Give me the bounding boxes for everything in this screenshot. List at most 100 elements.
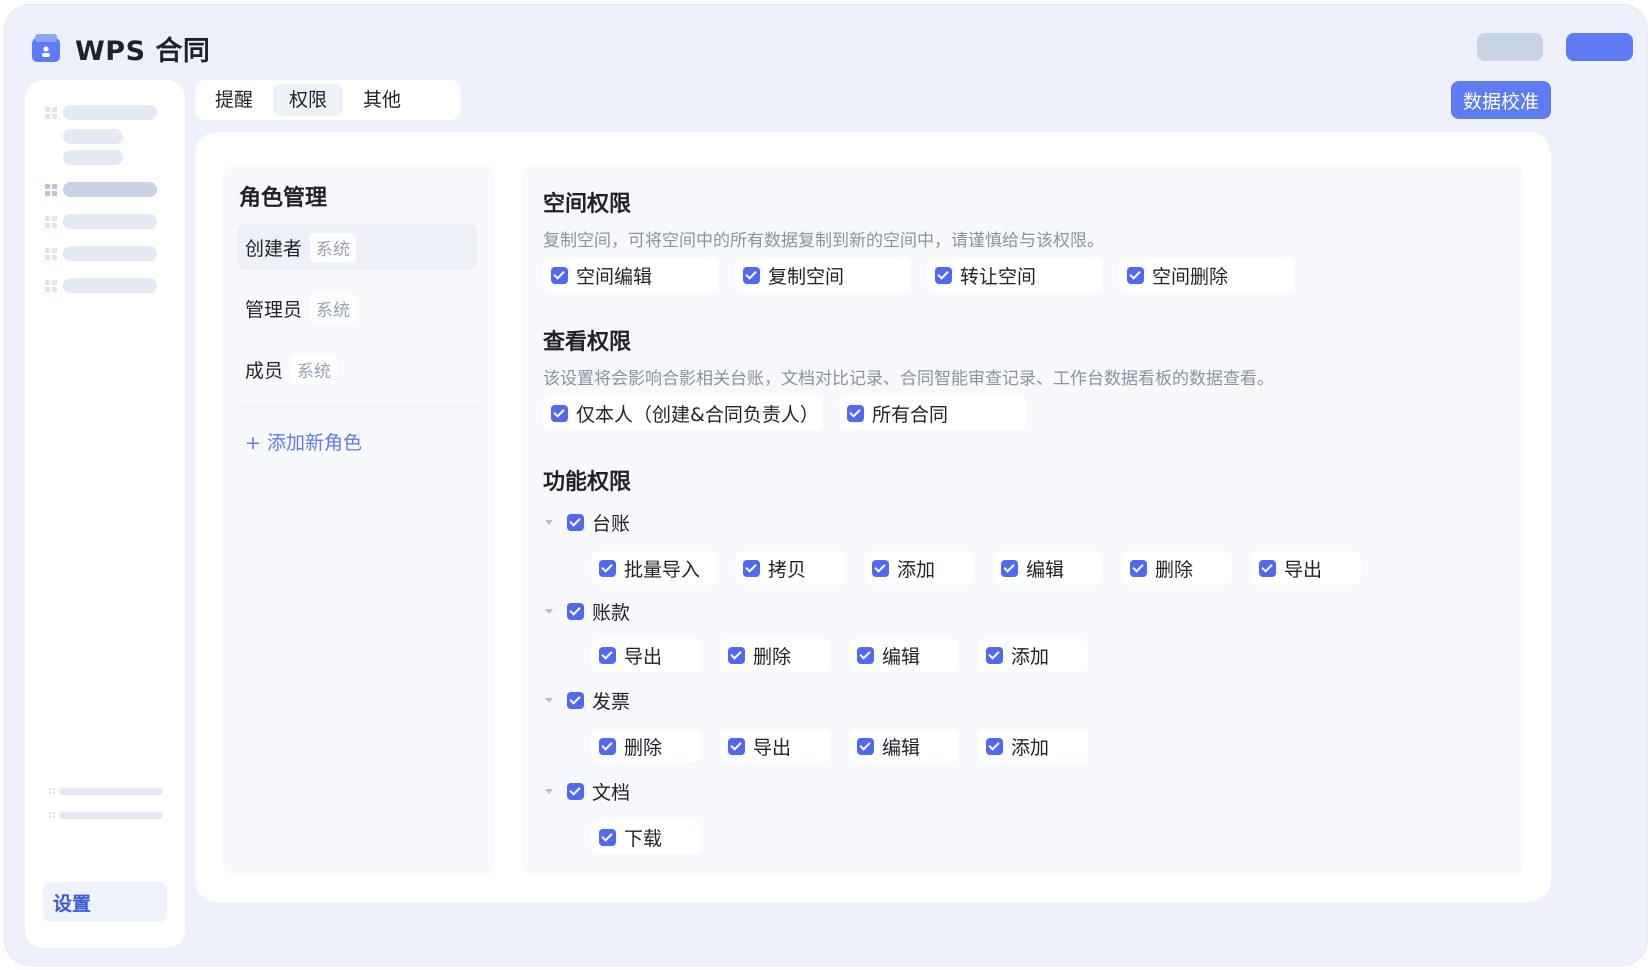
checkbox-checked-icon xyxy=(1259,559,1276,577)
checkbox-view-own[interactable]: 仅本人（创建&合同负责人） xyxy=(543,396,823,430)
role-item-member[interactable]: 成员 系统 xyxy=(237,346,477,392)
group-label: 发票 xyxy=(592,690,631,713)
checkbox-ledger-import[interactable]: 批量导入 xyxy=(591,551,717,585)
checkbox-label: 拷贝 xyxy=(768,558,807,581)
checkbox-checked-icon xyxy=(567,513,584,531)
header-primary-button[interactable] xyxy=(1566,33,1633,61)
divider xyxy=(239,406,477,407)
checkbox-label: 所有合同 xyxy=(872,403,949,426)
role-name: 管理员 xyxy=(245,298,303,321)
checkbox-ledger-add[interactable]: 添加 xyxy=(864,551,974,585)
checkbox-documents-download[interactable]: 下载 xyxy=(591,820,701,854)
checkbox-checked-icon xyxy=(728,646,745,664)
checkbox-copy-space[interactable]: 复制空间 xyxy=(735,258,911,292)
space-permissions-title: 空间权限 xyxy=(543,192,632,217)
checkbox-checked-icon xyxy=(1001,559,1018,577)
checkbox-checked-icon xyxy=(872,559,889,577)
sidebar-item-3[interactable] xyxy=(63,214,157,229)
app-title: WPS 合同 xyxy=(75,36,211,67)
checkbox-checked-icon xyxy=(599,559,616,577)
checkbox-ledger-delete[interactable]: 删除 xyxy=(1122,551,1232,585)
checkbox-checked-icon xyxy=(728,737,745,755)
checkbox-payments-delete[interactable]: 删除 xyxy=(720,638,830,672)
checkbox-label: 编辑 xyxy=(882,736,921,759)
checkbox-label: 批量导入 xyxy=(624,558,701,581)
checkbox-checked-icon xyxy=(857,646,874,664)
sidebar-footer-item-2[interactable] xyxy=(59,812,163,819)
checkbox-invoices-delete[interactable]: 删除 xyxy=(591,729,701,763)
add-role-button[interactable]: + 添加新角色 xyxy=(245,428,362,455)
checkbox-label: 编辑 xyxy=(882,645,921,668)
checkbox-delete-space[interactable]: 空间删除 xyxy=(1119,258,1295,292)
tab-permissions[interactable]: 权限 xyxy=(273,84,344,116)
settings-button[interactable]: 设置 xyxy=(43,882,167,922)
role-item-creator[interactable]: 创建者 系统 xyxy=(237,224,477,270)
group-label: 台账 xyxy=(592,512,631,535)
checkbox-checked-icon xyxy=(567,602,584,620)
data-calibration-button[interactable]: 数据校准 xyxy=(1451,81,1551,119)
sidebar-footer-item-1[interactable] xyxy=(59,788,163,795)
role-panel: 角色管理 创建者 系统 管理员 系统 成员 系统 + 添加新角色 xyxy=(223,164,495,876)
checkbox-payments-export[interactable]: 导出 xyxy=(591,638,701,672)
sidebar-item-icon xyxy=(45,280,57,292)
sidebar-item-icon xyxy=(45,248,57,260)
checkbox-invoices-add[interactable]: 添加 xyxy=(978,729,1088,763)
checkbox-space-edit[interactable]: 空间编辑 xyxy=(543,258,719,292)
checkbox-payments-edit[interactable]: 编辑 xyxy=(849,638,959,672)
checkbox-checked-icon xyxy=(599,646,616,664)
checkbox-label: 复制空间 xyxy=(768,265,845,288)
sidebar-item-icon xyxy=(45,184,57,196)
checkbox-checked-icon xyxy=(551,266,568,284)
checkbox-label: 导出 xyxy=(624,645,663,668)
checkbox-invoices-export[interactable]: 导出 xyxy=(720,729,830,763)
header-secondary-button[interactable] xyxy=(1477,33,1543,61)
checkbox-invoices-edit[interactable]: 编辑 xyxy=(849,729,959,763)
group-invoices[interactable]: 发票 xyxy=(545,687,630,713)
function-permissions-title: 功能权限 xyxy=(543,470,632,495)
checkbox-label: 删除 xyxy=(624,736,663,759)
checkbox-checked-icon xyxy=(986,646,1003,664)
checkbox-label: 仅本人（创建&合同负责人） xyxy=(576,403,819,426)
group-documents[interactable]: 文档 xyxy=(545,778,630,804)
sidebar-subitem-2[interactable] xyxy=(63,150,123,165)
role-tag: 系统 xyxy=(310,232,357,262)
role-name: 成员 xyxy=(245,359,284,382)
checkbox-ledger-edit[interactable]: 编辑 xyxy=(993,551,1103,585)
role-name: 创建者 xyxy=(245,237,303,260)
checkbox-checked-icon xyxy=(551,404,568,422)
checkbox-label: 添加 xyxy=(897,558,936,581)
tab-other[interactable]: 其他 xyxy=(347,84,417,116)
role-item-admin[interactable]: 管理员 系统 xyxy=(237,285,477,331)
checkbox-checked-icon xyxy=(743,266,760,284)
checkbox-label: 导出 xyxy=(1284,558,1323,581)
sidebar-item-icon xyxy=(45,107,57,119)
tab-reminder[interactable]: 提醒 xyxy=(199,84,269,116)
checkbox-checked-icon xyxy=(567,691,584,709)
caret-down-icon xyxy=(545,788,553,794)
checkbox-label: 转让空间 xyxy=(960,265,1037,288)
sidebar-subitem-1[interactable] xyxy=(63,129,123,144)
group-ledger[interactable]: 台账 xyxy=(545,509,630,535)
checkbox-label: 添加 xyxy=(1011,645,1050,668)
group-payments[interactable]: 账款 xyxy=(545,598,630,624)
checkbox-checked-icon xyxy=(857,737,874,755)
checkbox-payments-add[interactable]: 添加 xyxy=(978,638,1088,672)
group-label: 文档 xyxy=(592,781,631,804)
checkbox-transfer-space[interactable]: 转让空间 xyxy=(927,258,1103,292)
sidebar-item-2-active[interactable] xyxy=(63,182,157,197)
main-content: 角色管理 创建者 系统 管理员 系统 成员 系统 + 添加新角色 空间权限 复制… xyxy=(195,132,1551,902)
sidebar-item-4[interactable] xyxy=(63,246,157,261)
sidebar-item-5[interactable] xyxy=(63,278,157,293)
group-label: 账款 xyxy=(592,601,631,624)
checkbox-checked-icon xyxy=(986,737,1003,755)
sidebar-item-1[interactable] xyxy=(63,105,157,120)
checkbox-ledger-copy[interactable]: 拷贝 xyxy=(735,551,845,585)
checkbox-ledger-export[interactable]: 导出 xyxy=(1251,551,1361,585)
view-permissions-desc: 该设置将会影响合影相关台账，文档对比记录、合同智能审查记录、工作台数据看板的数据… xyxy=(543,369,1274,389)
checkbox-view-all[interactable]: 所有合同 xyxy=(839,396,1027,430)
role-panel-title: 角色管理 xyxy=(239,186,328,211)
app-window: WPS 合同 设置 提醒 权限 其他 数据校准 角色管理 创建者 系统 管理员 … xyxy=(4,4,1648,966)
sidebar: 设置 xyxy=(25,80,185,948)
role-tag: 系统 xyxy=(310,293,357,323)
space-permissions-desc: 复制空间，可将空间中的所有数据复制到新的空间中，请谨慎给与该权限。 xyxy=(543,231,1104,251)
